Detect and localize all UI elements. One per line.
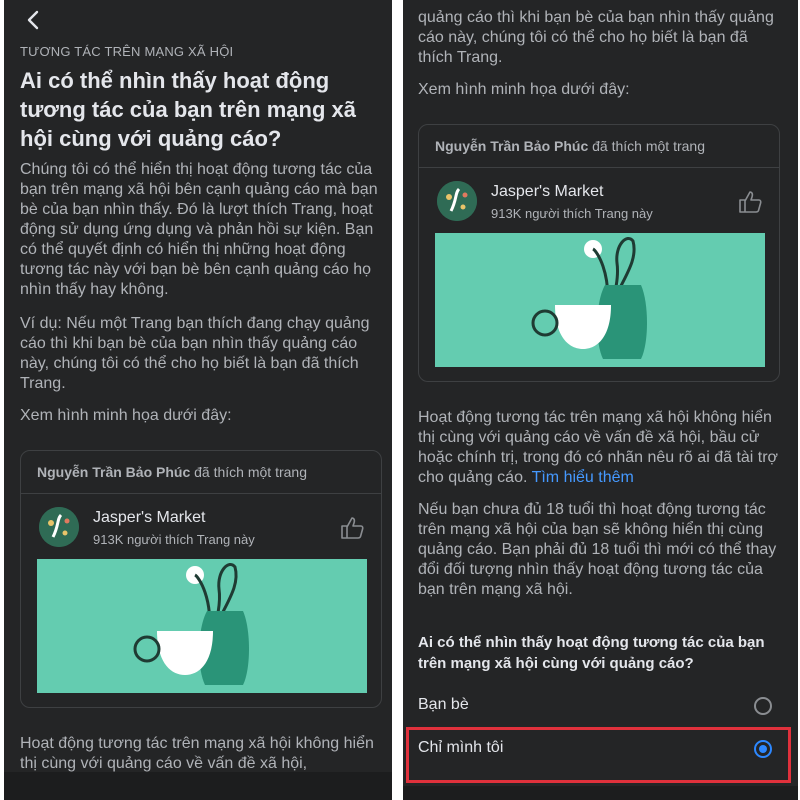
option-friends[interactable]: Bạn bè [403, 688, 798, 724]
social-issue-paragraph: Hoạt động tương tác trên mạng xã hội khô… [418, 408, 780, 488]
card-action-text: đã thích một trang [194, 464, 307, 480]
ad-illustration [37, 559, 367, 693]
card-page-likes: 913K người thích Trang này [491, 206, 653, 221]
example-paragraph: Ví dụ: Nếu một Trang bạn thích đang chạy… [20, 315, 370, 392]
page-avatar-icon [39, 507, 79, 547]
like-thumb-icon[interactable] [339, 515, 365, 541]
left-screen: TƯƠNG TÁC TRÊN MẠNG XÃ HỘI Ai có thể nhì… [4, 0, 392, 800]
illustration-caption: Xem hình minh họa dưới đây: [20, 407, 232, 424]
age-restriction-paragraph: Nếu bạn chưa đủ 18 tuổi thì hoạt động tư… [418, 501, 777, 598]
card-action-text: đã thích một trang [592, 138, 705, 154]
page-title: Ai có thể nhìn thấy hoạt động tương tác … [20, 68, 356, 151]
example-paragraph-continued: quảng cáo thì khi bạn bè của bạn nhìn th… [418, 9, 774, 66]
like-thumb-icon[interactable] [737, 189, 763, 215]
card-user-name: Nguyễn Trần Bảo Phúc [435, 138, 589, 154]
option-friends-radio[interactable] [754, 697, 772, 715]
ad-illustration [435, 233, 765, 367]
option-friends-label: Bạn bè [418, 696, 469, 713]
illustration-caption: Xem hình minh họa dưới đây: [418, 81, 630, 98]
card-page-name: Jasper's Market [491, 183, 604, 200]
learn-more-link[interactable]: Tìm hiểu thêm [532, 469, 634, 486]
social-issue-paragraph: Hoạt động tương tác trên mạng xã hội khô… [20, 735, 374, 772]
card-page-name: Jasper's Market [93, 509, 206, 526]
page-avatar-icon [437, 181, 477, 221]
audience-question: Ai có thể nhìn thấy hoạt động tương tác … [418, 634, 765, 672]
card-user-name: Nguyễn Trần Bảo Phúc [37, 464, 191, 480]
section-label: TƯƠNG TÁC TRÊN MẠNG XÃ HỘI [20, 44, 234, 59]
example-ad-card: Nguyễn Trần Bảo Phúc đã thích một trang … [418, 124, 780, 382]
selection-highlight-box [406, 727, 791, 783]
card-header: Nguyễn Trần Bảo Phúc đã thích một trang [21, 451, 381, 494]
bottom-bar [4, 772, 392, 800]
intro-paragraph: Chúng tôi có thể hiển thị hoạt động tươn… [20, 161, 378, 298]
example-ad-card: Nguyễn Trần Bảo Phúc đã thích một trang … [20, 450, 382, 708]
bottom-bar [403, 786, 798, 800]
card-page-likes: 913K người thích Trang này [93, 532, 255, 547]
right-screen: quảng cáo thì khi bạn bè của bạn nhìn th… [403, 0, 798, 800]
back-arrow-icon[interactable] [22, 8, 46, 32]
card-header: Nguyễn Trần Bảo Phúc đã thích một trang [419, 125, 779, 168]
